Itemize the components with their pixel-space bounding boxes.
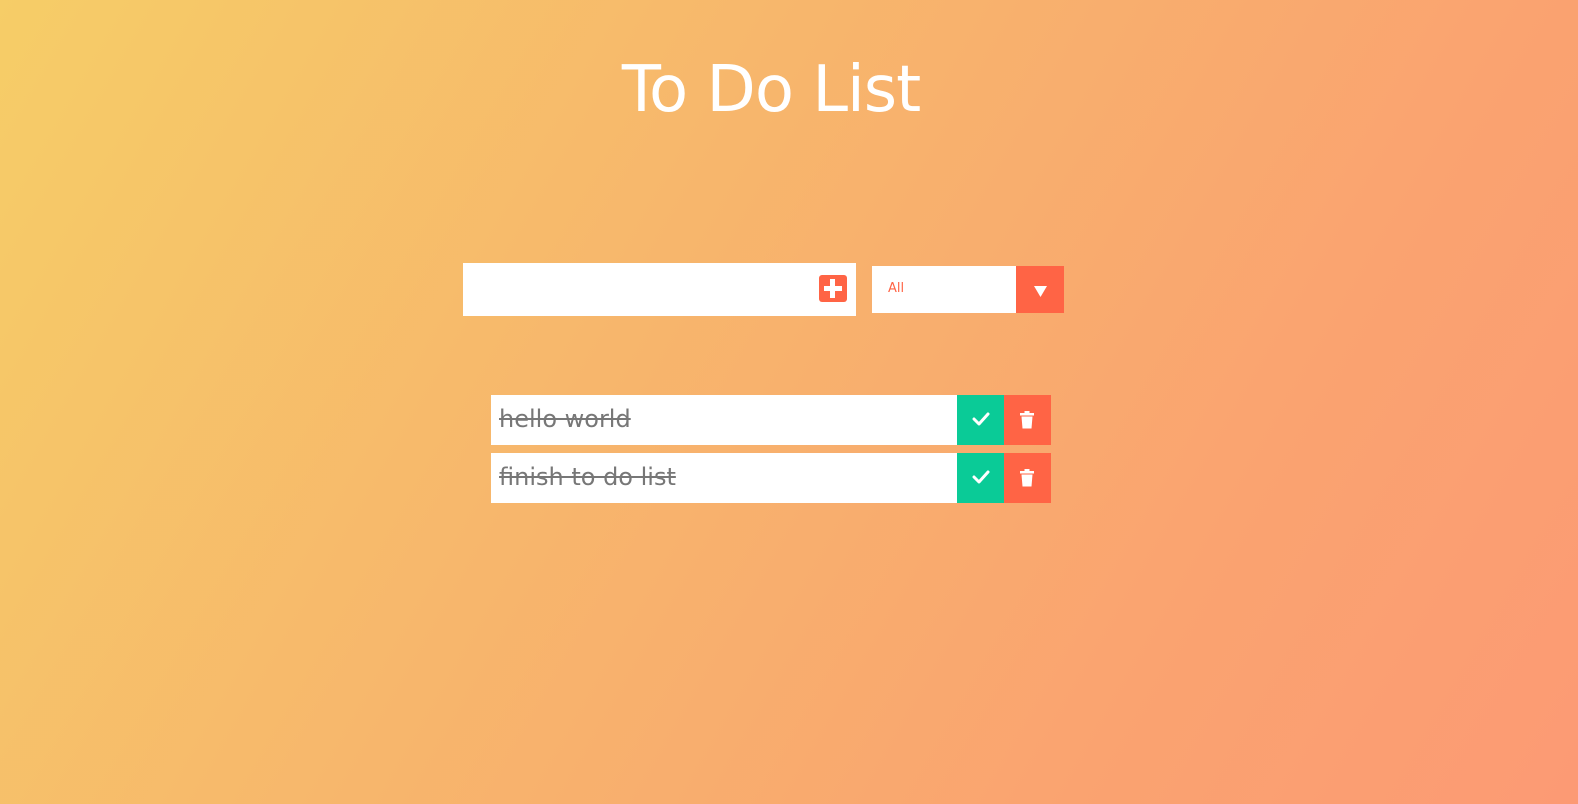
filter-dropdown-arrow[interactable] (1016, 266, 1064, 313)
trash-icon (1020, 411, 1034, 429)
todo-list: hello world finish to do list (491, 395, 1051, 511)
todo-input[interactable] (463, 263, 803, 316)
todo-item: hello world (491, 395, 1051, 445)
add-todo-button[interactable] (819, 275, 847, 302)
todo-item: finish to do list (491, 453, 1051, 503)
delete-button[interactable] (1004, 453, 1051, 503)
complete-button[interactable] (957, 395, 1004, 445)
delete-button[interactable] (1004, 395, 1051, 445)
todo-text: hello world (499, 405, 631, 433)
complete-button[interactable] (957, 453, 1004, 503)
check-icon (972, 470, 990, 484)
todo-text: finish to do list (499, 463, 676, 491)
check-icon (972, 412, 990, 426)
todo-form (463, 263, 856, 316)
caret-down-icon (1034, 286, 1047, 297)
filter-selected-value: All (888, 281, 905, 296)
trash-icon (1020, 469, 1034, 487)
page-title: To Do List (621, 53, 921, 127)
filter-select[interactable]: All (872, 266, 1064, 313)
